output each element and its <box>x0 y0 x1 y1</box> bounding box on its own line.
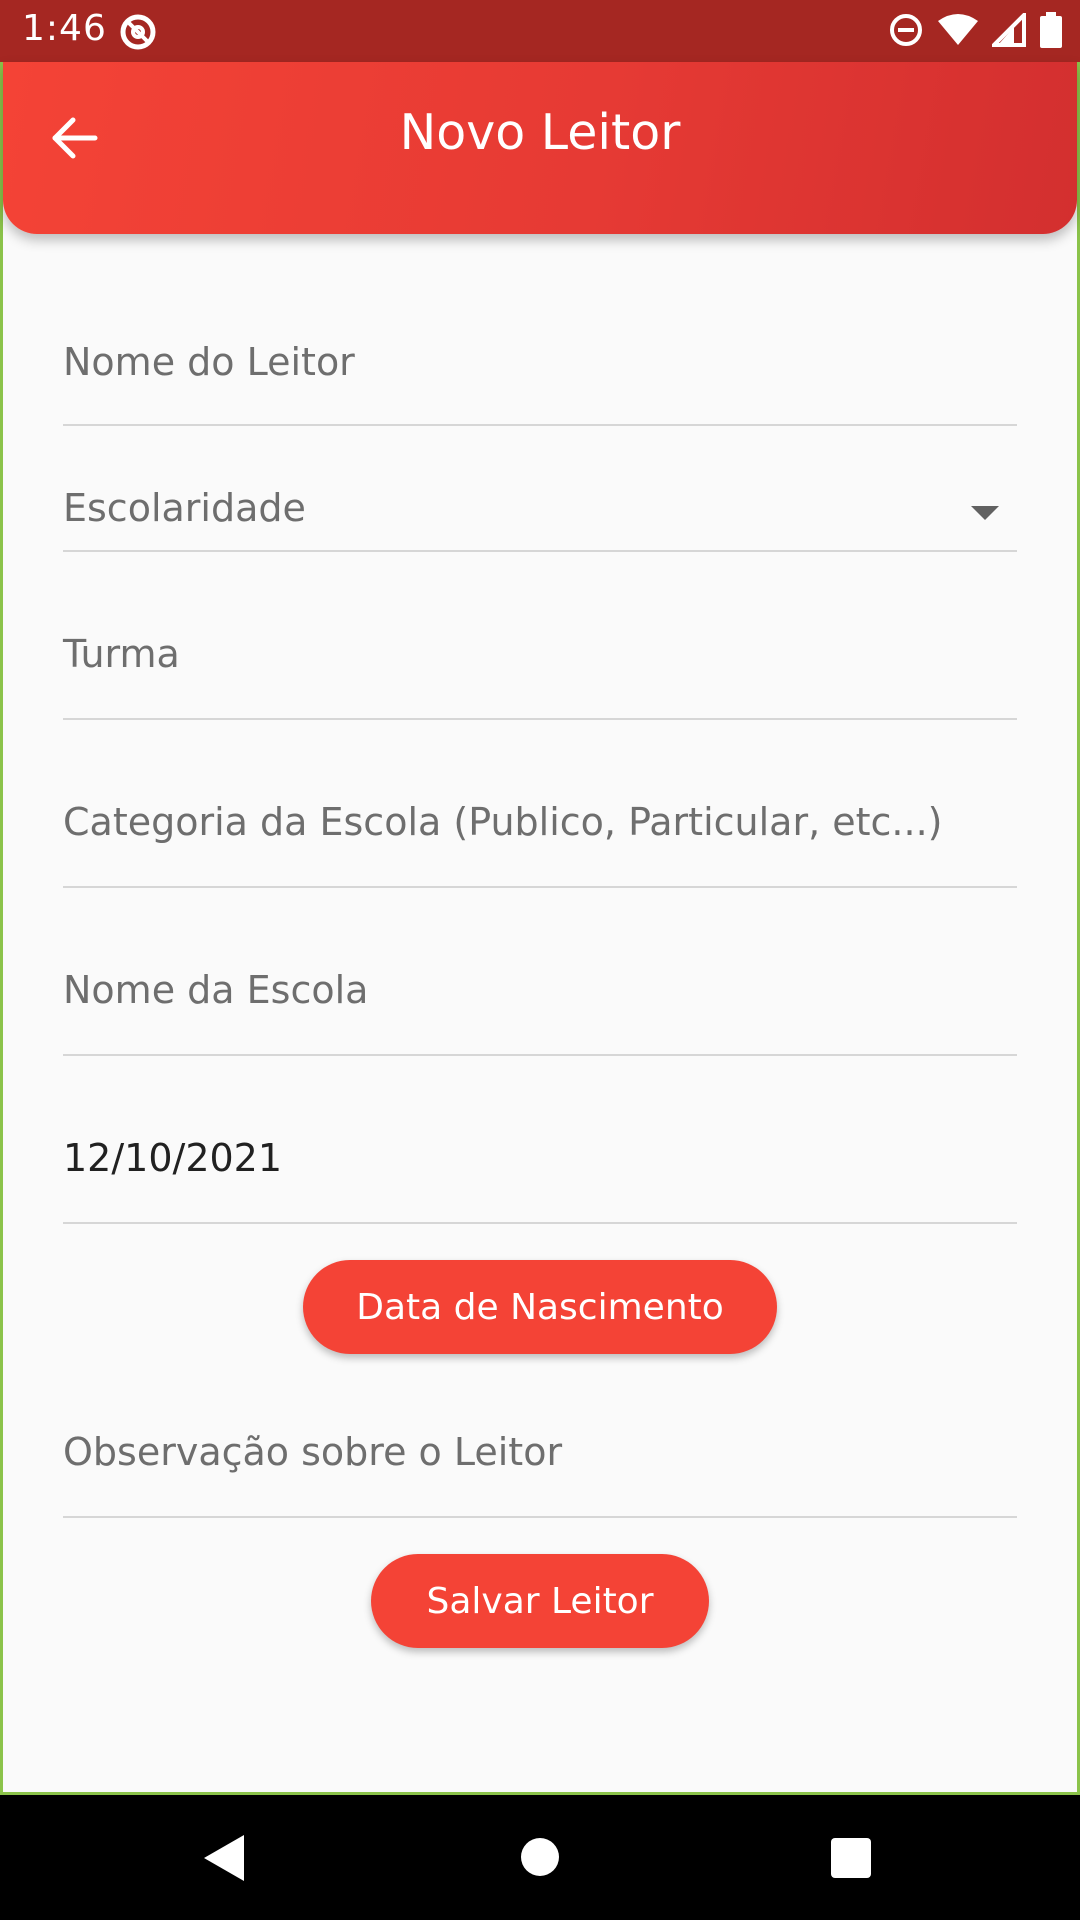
status-icons <box>888 10 1062 52</box>
reader-name-field[interactable]: Nome do Leitor <box>63 318 1017 426</box>
dropdown-arrow-icon <box>971 506 999 520</box>
school-name-placeholder: Nome da Escola <box>63 968 369 1012</box>
class-placeholder: Turma <box>63 632 180 676</box>
class-field[interactable]: Turma <box>63 610 1017 720</box>
at-sign-icon <box>118 12 158 56</box>
notes-placeholder: Observação sobre o Leitor <box>63 1430 563 1474</box>
cell-signal-icon <box>989 10 1026 51</box>
birth-date-value: 12/10/2021 <box>63 1136 283 1180</box>
nav-recents-icon[interactable] <box>831 1838 871 1878</box>
app-bar: Novo Leitor <box>3 62 1077 234</box>
do-not-disturb-icon <box>888 12 924 52</box>
nav-home-icon[interactable] <box>521 1838 559 1876</box>
status-bar: 1:46 <box>0 0 1080 62</box>
navigation-bar <box>0 1795 1080 1920</box>
page-title: Novo Leitor <box>399 104 681 161</box>
school-category-placeholder: Categoria da Escola (Publico, Particular… <box>63 800 943 844</box>
reader-name-placeholder: Nome do Leitor <box>63 340 355 384</box>
screen-frame <box>0 0 1080 1795</box>
birth-date-field[interactable]: 12/10/2021 <box>63 1114 1017 1224</box>
school-category-field[interactable]: Categoria da Escola (Publico, Particular… <box>63 778 1017 888</box>
status-time: 1:46 <box>22 8 107 49</box>
wifi-icon <box>938 13 978 51</box>
battery-icon <box>1040 12 1062 52</box>
education-placeholder: Escolaridade <box>63 486 306 530</box>
nav-back-icon[interactable] <box>200 1833 246 1887</box>
school-name-field[interactable]: Nome da Escola <box>63 946 1017 1056</box>
save-reader-button[interactable]: Salvar Leitor <box>371 1554 709 1648</box>
notes-field[interactable]: Observação sobre o Leitor <box>63 1404 1017 1518</box>
birth-date-button[interactable]: Data de Nascimento <box>303 1260 777 1354</box>
education-dropdown[interactable]: Escolaridade <box>63 466 1017 552</box>
